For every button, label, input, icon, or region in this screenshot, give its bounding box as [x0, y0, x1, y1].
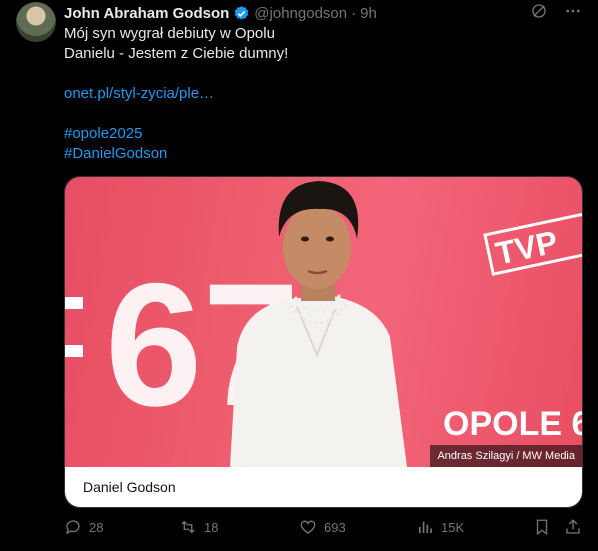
- tweet-header: John Abraham Godson @johngodson · 9h: [64, 3, 377, 23]
- bookmark-button[interactable]: [533, 518, 558, 536]
- bookmark-icon: [536, 519, 548, 536]
- views-count: 15K: [441, 519, 465, 535]
- repost-button[interactable]: 18: [179, 518, 218, 536]
- like-button[interactable]: 693: [299, 518, 346, 536]
- tweet-top-actions: [530, 2, 582, 20]
- reply-count: 28: [89, 519, 104, 535]
- author-name[interactable]: John Abraham Godson: [64, 5, 229, 22]
- like-count: 693: [324, 519, 346, 535]
- tvp-logo: TVP: [483, 212, 582, 276]
- share-button[interactable]: [564, 518, 589, 536]
- repost-count: 18: [204, 519, 219, 535]
- timestamp[interactable]: 9h: [360, 5, 377, 22]
- photo-credit: Andras Szilagyi / MW Media: [430, 445, 582, 467]
- tweet-line: [64, 104, 574, 124]
- tweet-line: [64, 64, 574, 84]
- card-caption[interactable]: Daniel Godson: [65, 467, 582, 507]
- verified-badge-icon: [234, 5, 249, 20]
- views-icon: [419, 521, 432, 533]
- avatar[interactable]: [16, 2, 56, 42]
- share-icon: [566, 519, 580, 534]
- tweet-actions: 28 18 693 15K: [64, 518, 586, 540]
- repost-icon: [181, 520, 195, 534]
- photo-illustration: 67 TVP OPOLE 6: [65, 181, 582, 467]
- views-button[interactable]: 15K: [416, 518, 464, 536]
- hashtag-danielgodson[interactable]: #DanielGodson: [64, 144, 574, 164]
- person-figure: [230, 181, 407, 467]
- card-photo[interactable]: 67 TVP OPOLE 6 Andras Szilagyi / MW Medi…: [65, 177, 582, 467]
- backdrop-mark: [65, 297, 83, 309]
- article-link[interactable]: onet.pl/styl-zycia/ple…: [64, 84, 574, 104]
- separator-dot: ·: [351, 4, 357, 22]
- tweet-line: Mój syn wygrał debiuty w Opolu: [64, 25, 275, 42]
- tweet-line: Danielu - Jestem z Ciebie dumny!: [64, 45, 289, 62]
- grok-icon[interactable]: [530, 2, 548, 20]
- opole-logo-text: OPOLE 6: [443, 405, 582, 443]
- reply-button[interactable]: 28: [64, 518, 103, 536]
- tweet-text: Mój syn wygrał debiuty w Opolu Danielu -…: [64, 24, 574, 164]
- backdrop-mark: [65, 345, 83, 357]
- author-handle[interactable]: @johngodson: [254, 5, 347, 22]
- more-options-icon[interactable]: [564, 2, 582, 20]
- link-card[interactable]: 67 TVP OPOLE 6 Andras Szilagyi / MW Medi…: [64, 176, 583, 508]
- reply-icon: [65, 520, 80, 535]
- heart-icon: [300, 520, 316, 534]
- hashtag-opole2025[interactable]: #opole2025: [64, 124, 574, 144]
